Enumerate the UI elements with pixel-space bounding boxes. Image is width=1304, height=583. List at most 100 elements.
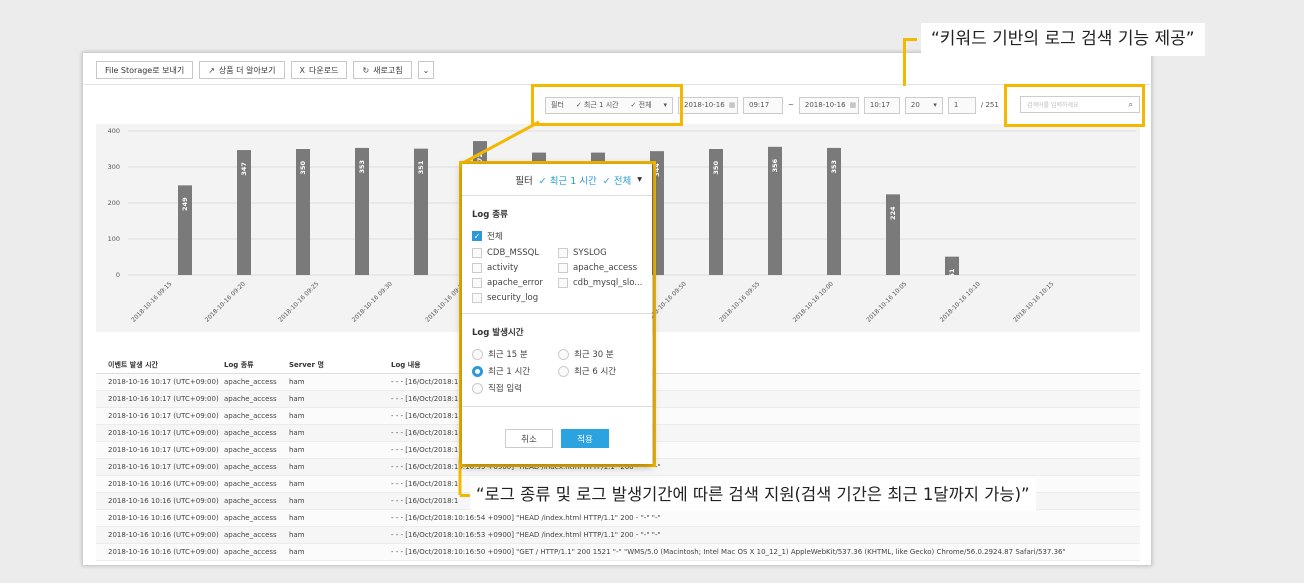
cell-server-name: ham (289, 497, 305, 505)
more-dropdown-button[interactable]: ⌄ (417, 61, 435, 79)
end-time-field[interactable]: 10:17 (863, 96, 900, 114)
cell-log-type: apache_access (224, 412, 277, 420)
checkbox-apache-error[interactable]: apache_error (472, 278, 558, 288)
x-tick-label: 2018-10-16 10:05 (865, 280, 908, 323)
download-button[interactable]: X 다운로드 (290, 61, 348, 79)
radio-6hour[interactable]: 최근 6 시간 (558, 365, 644, 377)
checkbox-label: security_log (487, 293, 539, 303)
cell-event-time: 2018-10-16 10:17 (UTC+09:00) (108, 395, 219, 403)
radio-icon (472, 348, 483, 360)
range-separator: ~ (788, 101, 794, 109)
page-size-select[interactable]: 20 ▾ (904, 96, 943, 114)
checkbox-cdb-mssql[interactable]: CDB_MSSQL (472, 248, 558, 258)
file-storage-button[interactable]: File Storage로 보내기 (96, 61, 194, 79)
y-tick-label: 400 (108, 127, 120, 135)
period-section-title: Log 발생시간 (472, 328, 524, 338)
callout-keyword-search: “키워드 기반의 로그 검색 기능 제공” (921, 23, 1205, 56)
radio-icon (472, 382, 483, 394)
bar-value-label: 356 (771, 158, 779, 172)
cell-server-name: ham (289, 480, 305, 488)
refresh-button[interactable]: ↻ 새로고침 (353, 61, 412, 79)
radio-icon (558, 348, 569, 360)
search-highlight-box (1004, 84, 1145, 127)
start-date-field[interactable]: 2018-10-16 ▦ (678, 96, 738, 114)
connector-line (903, 38, 917, 41)
callout-filter-search: “로그 종류 및 로그 발생기간에 따른 검색 지원(검색 기간은 최근 1달까… (470, 478, 1036, 511)
cell-log-content: - - - [16/Oct/2018:10:16:53 +0900] "HEAD… (391, 531, 661, 539)
popup-header[interactable]: 필터 ✓ 최근 1 시간 ✓ 전체 ▾ (462, 164, 652, 196)
cell-event-time: 2018-10-16 10:17 (UTC+09:00) (108, 463, 219, 471)
header-event-time[interactable]: 이벤트 발생 시간 (96, 360, 224, 370)
cell-server-name: ham (289, 429, 305, 437)
x-tick-label: 2018-10-16 09:20 (204, 280, 247, 323)
toolbar: File Storage로 보내기 ↗ 상품 더 알아보기 X 다운로드 ↻ 새로고침… (96, 61, 435, 79)
refresh-icon: ↻ (362, 65, 370, 75)
radio-30min[interactable]: 최근 30 분 (558, 348, 644, 360)
bar-value-label: 347 (240, 162, 248, 176)
cell-event-time: 2018-10-16 10:17 (UTC+09:00) (108, 378, 219, 386)
checkbox-apache-access[interactable]: apache_access (558, 263, 644, 273)
x-tick-label: 2018-10-16 09:55 (718, 280, 761, 323)
cell-server-name: ham (289, 548, 305, 556)
y-tick-label: 0 (116, 271, 120, 279)
cell-event-time: 2018-10-16 10:16 (UTC+09:00) (108, 480, 219, 488)
popup-filter-label: 필터 (515, 175, 533, 187)
cell-log-type: apache_access (224, 548, 277, 556)
table-row[interactable]: 2018-10-16 10:16 (UTC+09:00) apache_acces… (96, 544, 1140, 561)
cell-event-time: 2018-10-16 10:16 (UTC+09:00) (108, 497, 219, 505)
product-more-button[interactable]: ↗ 상품 더 알아보기 (199, 61, 285, 79)
checkbox-label: CDB_MSSQL (487, 248, 540, 258)
checkbox-icon (472, 293, 482, 303)
checkbox-cdb-mysql-slow[interactable]: cdb_mysql_slo... (558, 278, 644, 288)
start-time-field[interactable]: 09:17 (743, 96, 783, 114)
connector-diagonal (460, 120, 540, 166)
caret-down-icon: ▾ (933, 101, 937, 109)
popup-divider (462, 406, 652, 407)
radio-15min[interactable]: 최근 15 분 (472, 348, 558, 360)
y-tick-label: 300 (108, 163, 120, 171)
checkbox-all[interactable]: ✓ 전체 (462, 230, 652, 242)
end-date-field[interactable]: 2018-10-16 ▦ (798, 96, 859, 114)
checkbox-label: cdb_mysql_slo... (573, 278, 643, 288)
page-number-input[interactable]: 1 (947, 96, 976, 114)
radio-selected-icon (472, 365, 483, 377)
bar-value-label: 224 (889, 206, 897, 220)
radio-icon (558, 365, 569, 377)
table-row[interactable]: 2018-10-16 10:16 (UTC+09:00) apache_acces… (96, 527, 1140, 544)
radio-label: 최근 15 분 (488, 350, 528, 360)
header-log-type[interactable]: Log 종류 (224, 360, 289, 370)
radio-label: 최근 1 시간 (488, 367, 531, 377)
cell-server-name: ham (289, 463, 305, 471)
cell-log-type: apache_access (224, 395, 277, 403)
cell-log-content: - - - [16/Oct/2018:10:16:50 +0900] "GET … (391, 548, 1066, 556)
checkbox-syslog[interactable]: SYSLOG (558, 248, 644, 258)
log-type-section-title: Log 종류 (472, 210, 508, 220)
checkbox-label: apache_access (573, 263, 637, 273)
radio-1hour[interactable]: 최근 1 시간 (472, 365, 558, 377)
checkbox-activity[interactable]: activity (472, 263, 558, 273)
checkbox-icon (472, 278, 482, 288)
download-label: 다운로드 (309, 65, 339, 75)
radio-custom[interactable]: 직접 입력 (472, 382, 558, 394)
calendar-icon: ▦ (849, 101, 857, 109)
bar-value-label: 351 (417, 160, 425, 174)
checkbox-security-log[interactable]: security_log (472, 293, 558, 303)
cell-event-time: 2018-10-16 10:16 (UTC+09:00) (108, 531, 219, 539)
screenshot-canvas: File Storage로 보내기 ↗ 상품 더 알아보기 X 다운로드 ↻ 새로고침… (0, 0, 1304, 583)
x-tick-label: 2018-10-16 10:10 (939, 280, 982, 323)
table-row[interactable]: 2018-10-16 10:16 (UTC+09:00) apache_acces… (96, 510, 1140, 527)
cell-event-time: 2018-10-16 10:17 (UTC+09:00) (108, 412, 219, 420)
refresh-label: 새로고침 (373, 65, 403, 75)
start-date-value: 2018-10-16 (684, 101, 725, 109)
apply-button[interactable]: 적용 (561, 429, 609, 448)
external-link-icon: ↗ (208, 65, 215, 75)
cell-log-type: apache_access (224, 446, 277, 454)
header-server-name[interactable]: Server 명 (289, 360, 391, 370)
cancel-button[interactable]: 취소 (505, 429, 553, 448)
radio-label: 최근 6 시간 (574, 367, 617, 377)
end-date-value: 2018-10-16 (804, 101, 846, 109)
popup-buttons: 취소 적용 (462, 429, 652, 448)
start-time-value: 09:17 (749, 101, 770, 109)
x-tick-label: 2018-10-16 10:15 (1012, 280, 1055, 323)
checkbox-checked-icon: ✓ (472, 231, 482, 241)
